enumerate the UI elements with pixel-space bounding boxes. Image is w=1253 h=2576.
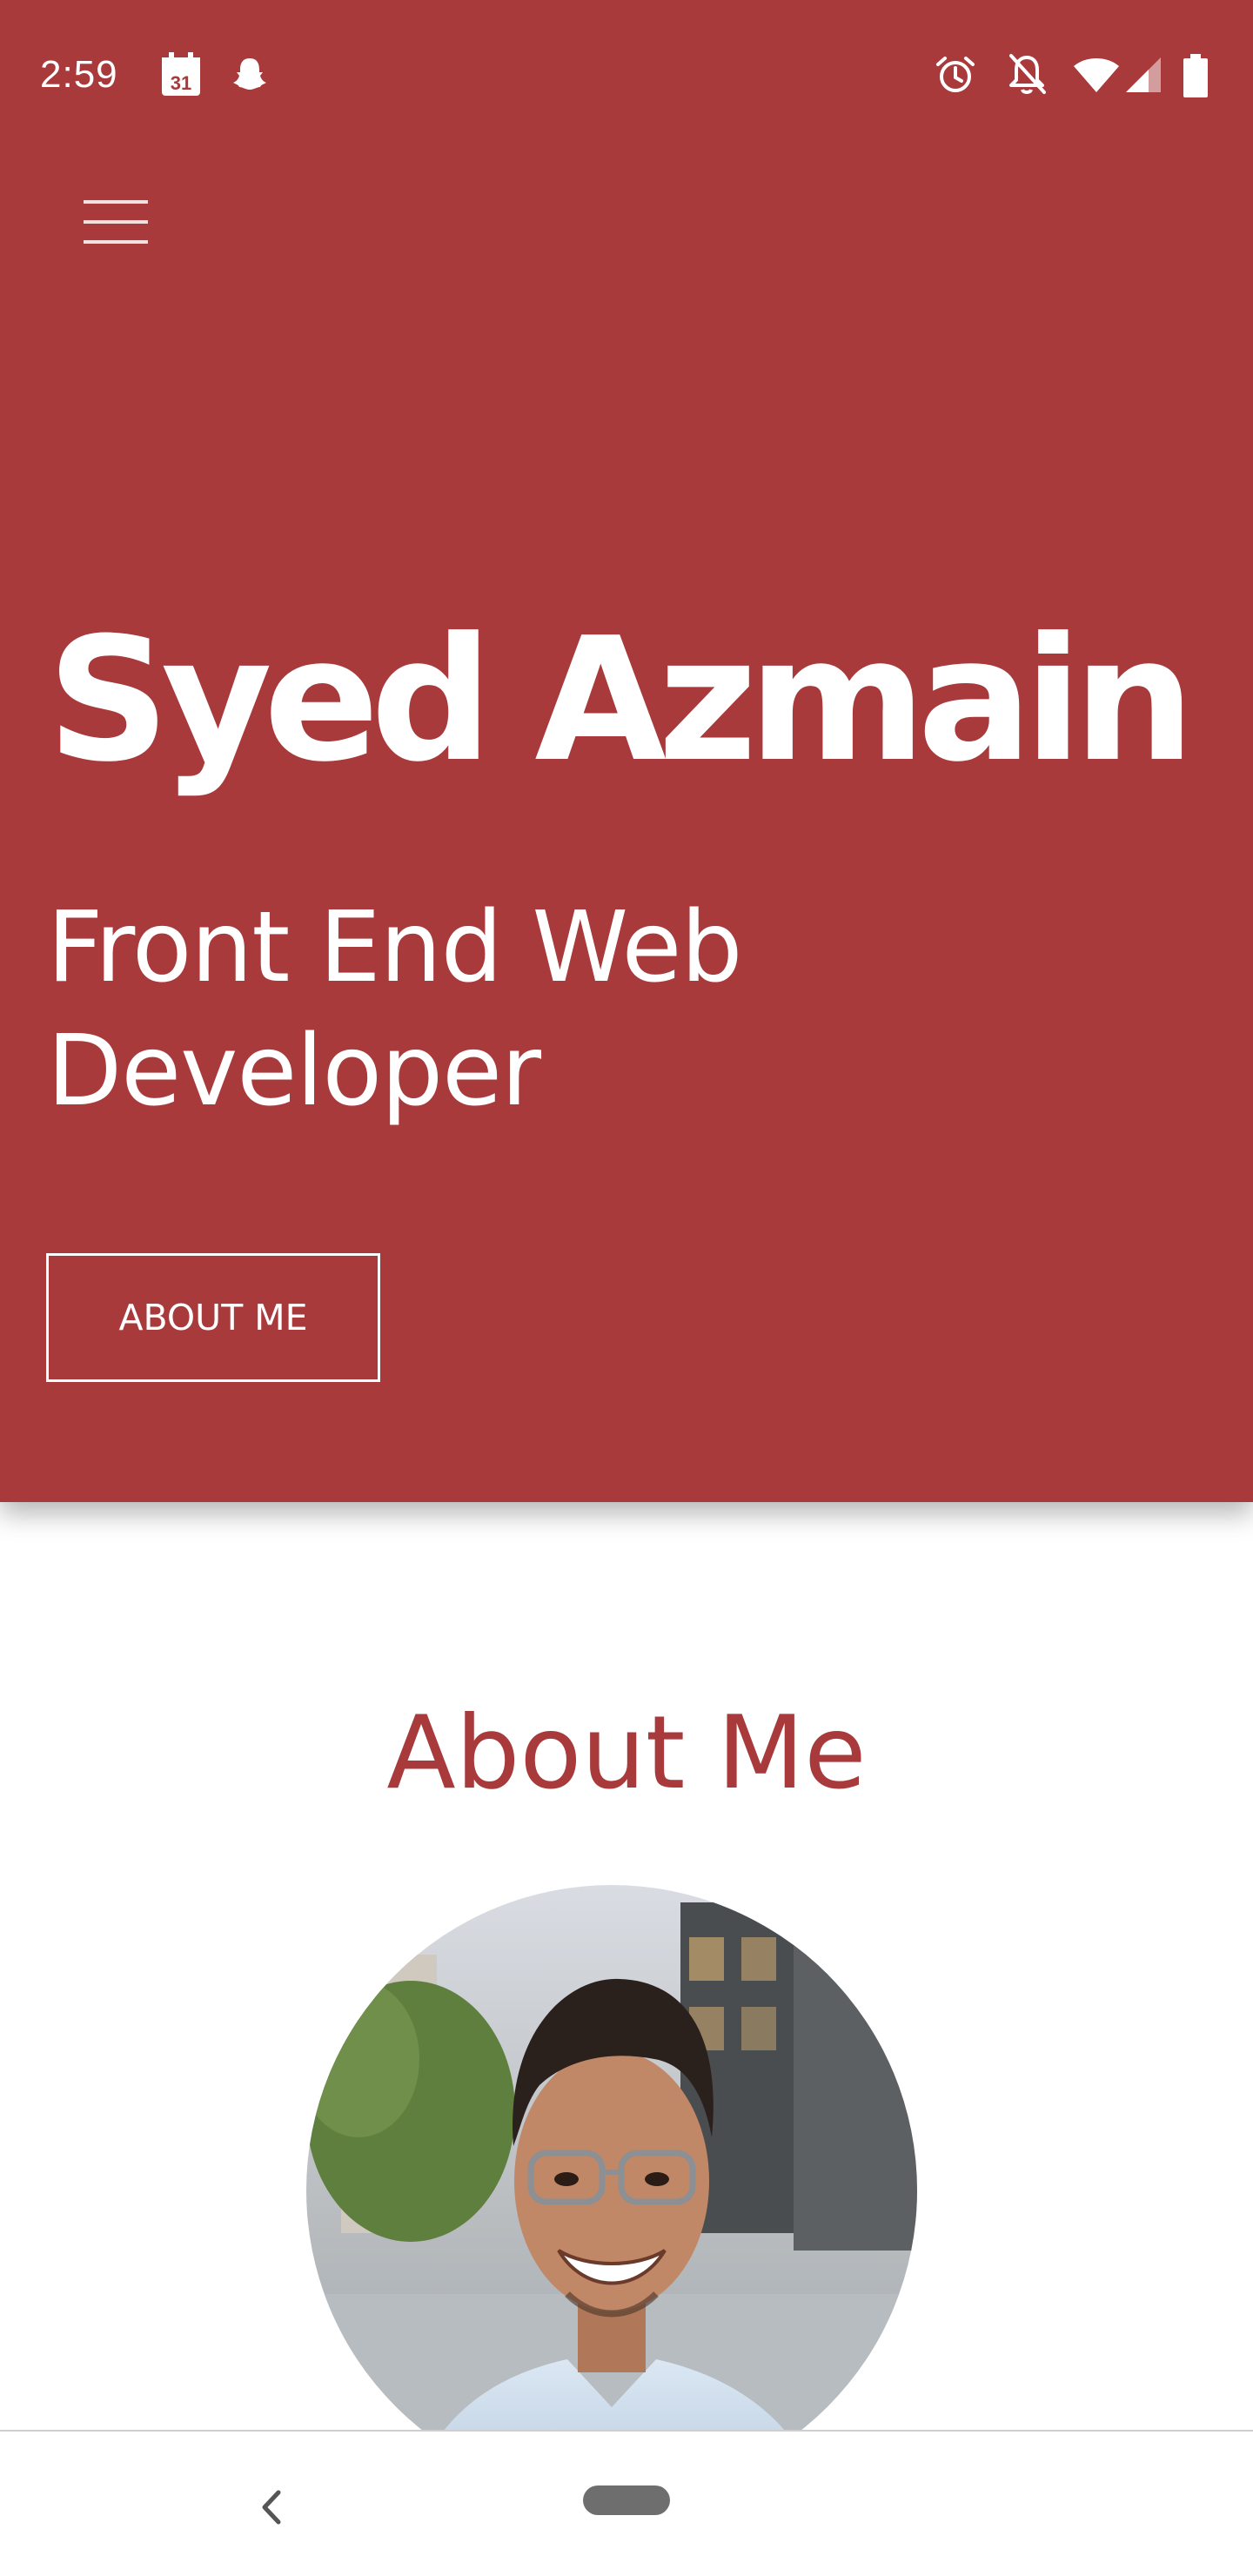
snapchat-ghost-icon xyxy=(233,58,266,90)
hero-role: Front End Web Developer xyxy=(47,891,743,1128)
system-nav-bar xyxy=(0,2430,1253,2576)
status-bar: 2:59 31 xyxy=(0,0,1253,150)
hero-section: 2:59 31 Syed Azmain Front End Web Develo… xyxy=(0,0,1253,1502)
home-pill[interactable] xyxy=(583,2485,670,2515)
back-chevron-icon[interactable] xyxy=(249,2484,292,2531)
battery-icon xyxy=(1183,54,1208,97)
cell-signal-icon xyxy=(1126,57,1161,92)
about-me-button[interactable]: ABOUT ME xyxy=(46,1253,380,1382)
calendar-day: 31 xyxy=(171,72,191,94)
hamburger-menu-icon[interactable] xyxy=(70,183,162,261)
wifi-icon xyxy=(1074,58,1119,92)
hero-name: Syed Azmain xyxy=(47,601,1195,800)
profile-photo xyxy=(306,1885,917,2496)
status-time: 2:59 xyxy=(40,53,118,96)
notifications-off-icon xyxy=(1009,54,1046,94)
page: 2:59 31 Syed Azmain Front End Web Develo… xyxy=(0,0,1253,2576)
about-section-title: About Me xyxy=(386,1694,867,1812)
alarm-icon xyxy=(936,57,975,92)
calendar-icon: 31 xyxy=(162,52,200,96)
